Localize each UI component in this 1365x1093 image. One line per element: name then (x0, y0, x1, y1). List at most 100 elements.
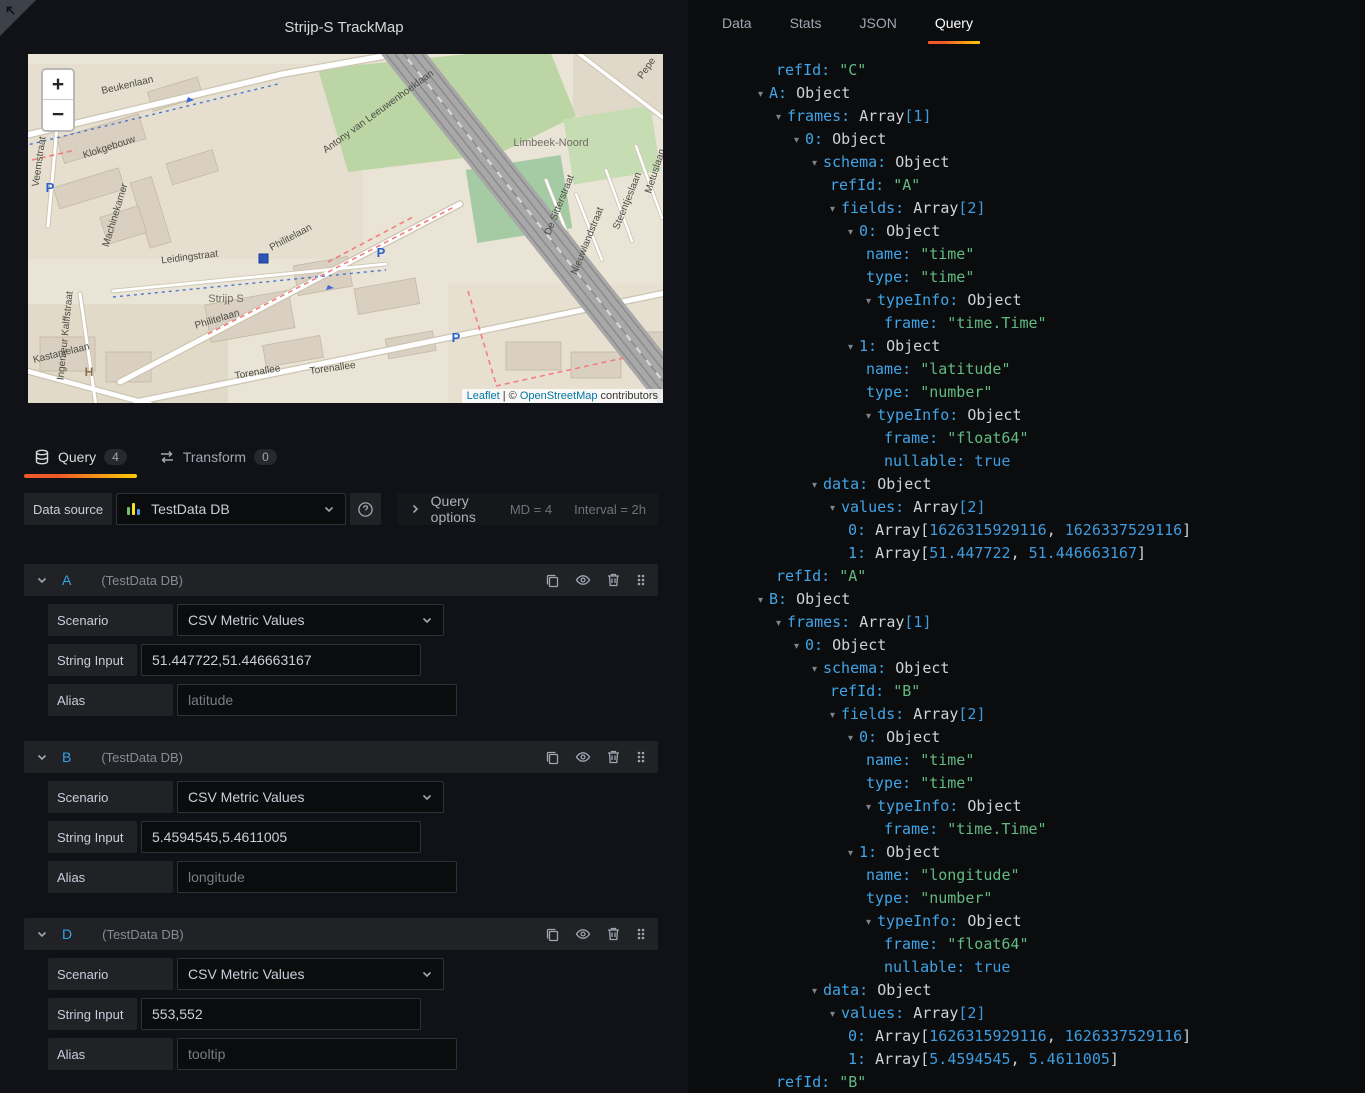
delete-query-icon[interactable] (606, 749, 621, 765)
chevron-down-icon[interactable] (36, 928, 48, 940)
expand-arrow-icon[interactable]: ▾ (812, 980, 823, 1003)
tab-transform[interactable]: Transform 0 (149, 443, 287, 478)
json-line[interactable]: ▾ 0: Object (688, 220, 1365, 243)
expand-arrow-icon[interactable]: ▾ (776, 612, 787, 635)
json-line[interactable]: ▾ 0: Object (688, 128, 1365, 151)
json-line[interactable]: ▾ 0: Object (688, 634, 1365, 657)
expand-arrow-icon[interactable]: ▾ (866, 796, 877, 819)
scenario-select[interactable]: CSV Metric Values (177, 781, 444, 813)
query-options-toggle[interactable]: Query options MD = 4 Interval = 2h (396, 493, 658, 525)
map-basemap: Beukenlaan Antony van Leeuwenhoeklaan Pepe… (28, 54, 663, 403)
hide-query-icon[interactable] (575, 749, 591, 765)
drag-handle-icon[interactable] (636, 926, 646, 942)
leaflet-link[interactable]: Leaflet (467, 390, 500, 402)
chevron-down-icon[interactable] (36, 751, 48, 763)
expand-arrow-icon[interactable]: ▾ (848, 842, 859, 865)
expand-arrow-icon[interactable]: ▾ (830, 497, 841, 520)
transform-icon (160, 450, 173, 464)
tab-json[interactable]: JSON (843, 0, 912, 46)
json-line[interactable]: ▾ values: Array[2] (688, 1002, 1365, 1025)
expand-arrow-icon[interactable]: ▾ (848, 221, 859, 244)
expand-arrow-icon[interactable]: ▾ (812, 474, 823, 497)
expand-arrow-icon[interactable]: ▾ (794, 635, 805, 658)
max-data-points-value: MD = 4 (509, 501, 553, 517)
query-editor-row-d: D (TestData DB) Scenario CSV Metric Valu… (24, 918, 658, 1070)
json-line[interactable]: ▾ frames: Array[1] (688, 611, 1365, 634)
expand-arrow-icon[interactable]: ▾ (848, 727, 859, 750)
expand-arrow-icon[interactable]: ▾ (758, 589, 769, 612)
expand-arrow-icon[interactable]: ▾ (812, 152, 823, 175)
string-input-field[interactable] (141, 644, 421, 676)
map-label: P (452, 330, 461, 345)
map-zoom-control: + − (41, 68, 75, 132)
json-line[interactable]: ▾ B: Object (688, 588, 1365, 611)
expand-arrow-icon[interactable]: ▾ (794, 129, 805, 152)
json-line[interactable]: ▾ data: Object (688, 979, 1365, 1002)
json-line[interactable]: ▾ 1: Object (688, 841, 1365, 864)
zoom-in-button[interactable]: + (43, 70, 73, 100)
tab-query[interactable]: Query 4 (24, 443, 137, 478)
json-line: refId: "B" (776, 1073, 867, 1091)
expand-arrow-icon[interactable]: ▾ (830, 198, 841, 221)
expand-arrow-icon[interactable]: ▾ (866, 911, 877, 934)
json-line[interactable]: ▾ frames: Array[1] (688, 105, 1365, 128)
alias-label: Alias (48, 684, 173, 716)
expand-arrow-icon[interactable]: ▾ (866, 290, 877, 313)
drag-handle-icon[interactable] (636, 749, 646, 765)
json-line[interactable]: ▾ typeInfo: Object (688, 910, 1365, 933)
json-line[interactable]: ▾ typeInfo: Object (688, 289, 1365, 312)
json-line[interactable]: ▾ 1: Object (688, 335, 1365, 358)
drag-handle-icon[interactable] (636, 572, 646, 588)
expand-arrow-icon[interactable]: ▾ (776, 106, 787, 129)
chevron-down-icon[interactable] (36, 574, 48, 586)
json-line[interactable]: ▾ A: Object (688, 82, 1365, 105)
tab-data[interactable]: Data (706, 0, 768, 46)
json-line: 1: Array[51.447722, 51.446663167] (848, 544, 1147, 562)
expand-arrow-icon[interactable]: ▾ (758, 83, 769, 106)
expand-arrow-icon[interactable]: ▾ (866, 405, 877, 428)
datasource-picker[interactable]: TestData DB (116, 493, 346, 525)
query-header[interactable]: D (TestData DB) (24, 918, 658, 950)
duplicate-query-icon[interactable] (545, 750, 560, 765)
json-line: name: "latitude" (866, 360, 1011, 378)
alias-field[interactable] (177, 861, 457, 893)
string-input-field[interactable] (141, 821, 421, 853)
alias-field[interactable] (177, 1038, 457, 1070)
interval-value: Interval = 2h (574, 501, 646, 517)
duplicate-query-icon[interactable] (545, 573, 560, 588)
json-line[interactable]: ▾ 0: Object (688, 726, 1365, 749)
json-line: nullable: true (884, 958, 1011, 976)
scenario-select[interactable]: CSV Metric Values (177, 604, 444, 636)
string-input-field[interactable] (141, 998, 421, 1030)
json-line: refId: "A" (776, 567, 867, 585)
alias-field[interactable] (177, 684, 457, 716)
json-line[interactable]: ▾ fields: Array[2] (688, 197, 1365, 220)
openstreetmap-link[interactable]: OpenStreetMap (520, 390, 598, 402)
json-line[interactable]: ▾ data: Object (688, 473, 1365, 496)
chevron-right-icon (409, 503, 421, 515)
datasource-help-button[interactable] (349, 493, 381, 525)
json-line[interactable]: ▾ fields: Array[2] (688, 703, 1365, 726)
json-line[interactable]: ▾ schema: Object (688, 151, 1365, 174)
hide-query-icon[interactable] (575, 926, 591, 942)
expand-arrow-icon[interactable]: ▾ (830, 1003, 841, 1026)
json-line[interactable]: ▾ values: Array[2] (688, 496, 1365, 519)
json-line[interactable]: ▾ typeInfo: Object (688, 795, 1365, 818)
duplicate-query-icon[interactable] (545, 927, 560, 942)
map-panel[interactable]: Beukenlaan Antony van Leeuwenhoeklaan Pepe… (28, 54, 663, 403)
tab-query-inspector[interactable]: Query (919, 0, 989, 46)
json-line[interactable]: ▾ schema: Object (688, 657, 1365, 680)
tab-stats[interactable]: Stats (774, 0, 838, 46)
query-header[interactable]: A (TestData DB) (24, 564, 658, 596)
expand-arrow-icon[interactable]: ▾ (830, 704, 841, 727)
json-line[interactable]: ▾ typeInfo: Object (688, 404, 1365, 427)
hide-query-icon[interactable] (575, 572, 591, 588)
expand-arrow-icon[interactable]: ▾ (848, 336, 859, 359)
delete-query-icon[interactable] (606, 926, 621, 942)
expand-arrow-icon[interactable]: ▾ (812, 658, 823, 681)
scenario-select[interactable]: CSV Metric Values (177, 958, 444, 990)
delete-query-icon[interactable] (606, 572, 621, 588)
query-header[interactable]: B (TestData DB) (24, 741, 658, 773)
zoom-out-button[interactable]: − (43, 100, 73, 130)
map-label: Strijp S (208, 293, 243, 305)
